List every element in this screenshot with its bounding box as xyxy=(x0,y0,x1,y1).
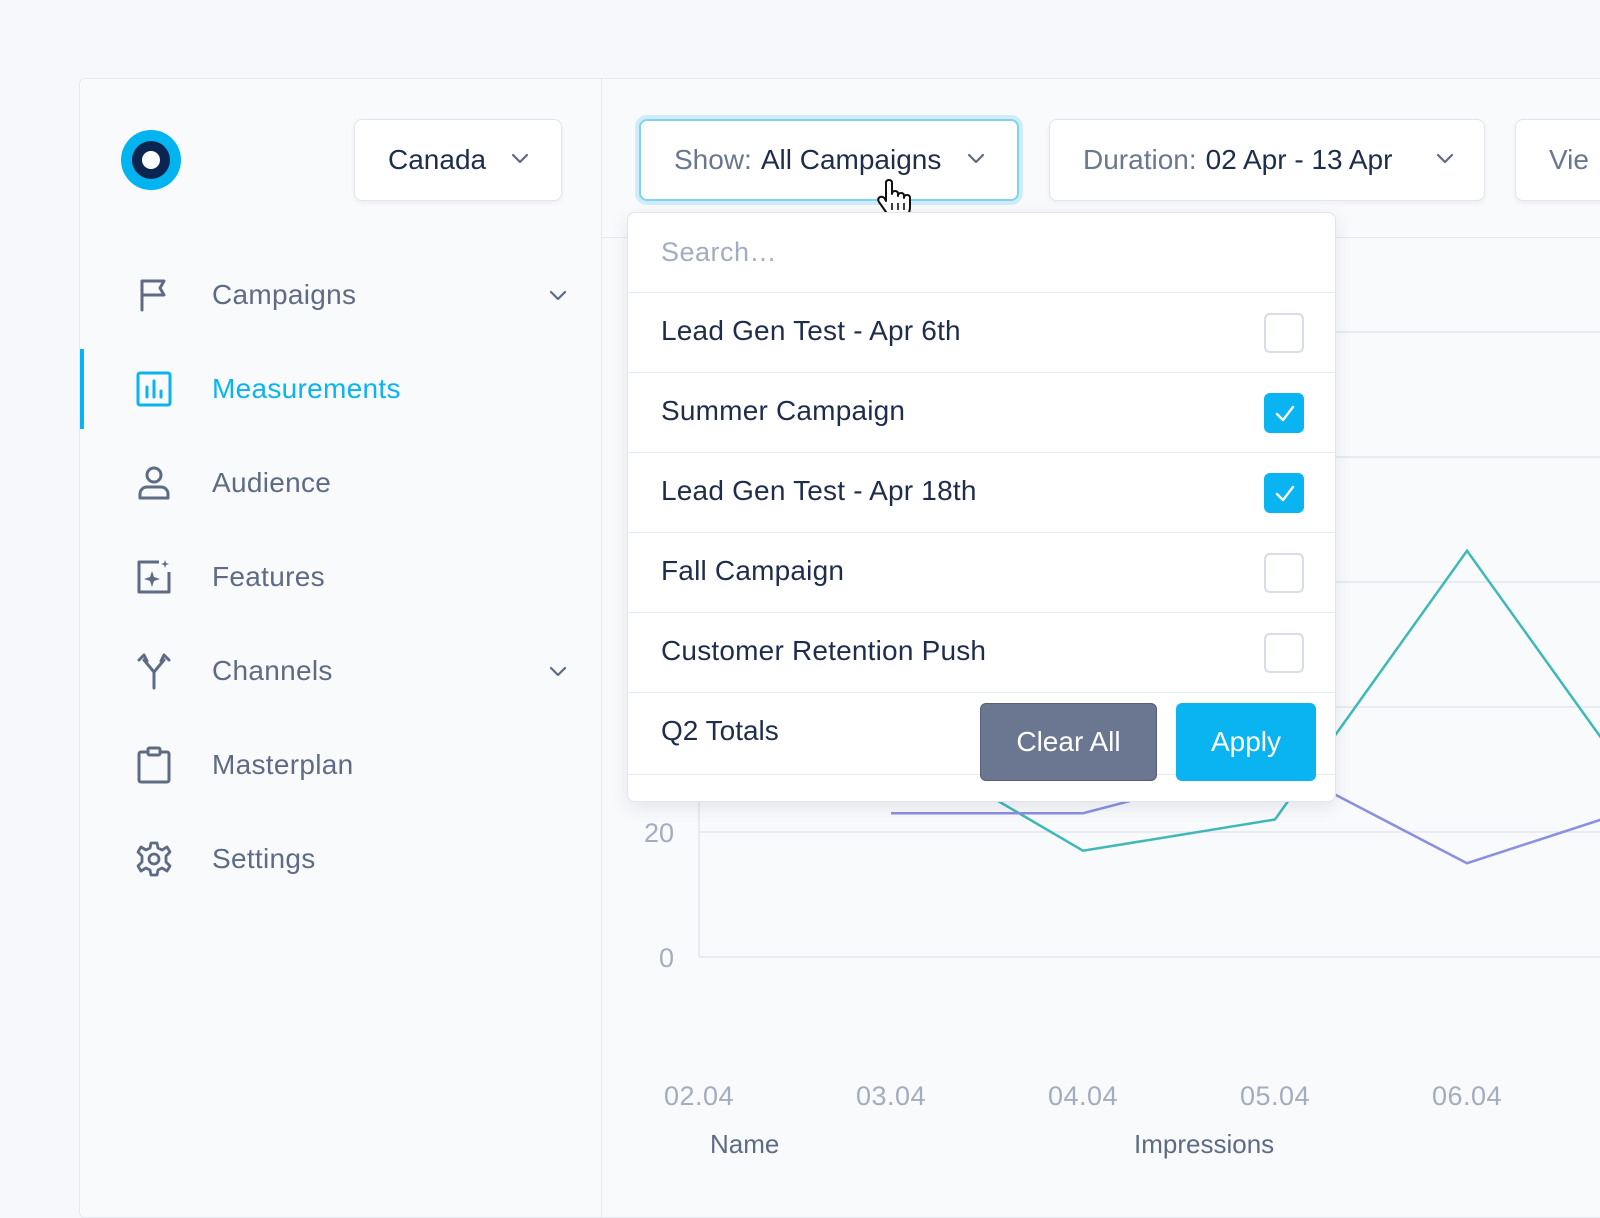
chevron-down-icon xyxy=(511,153,529,164)
dropdown-footer: Q2 Totals Clear All Apply xyxy=(628,693,1335,781)
logo[interactable] xyxy=(121,130,181,190)
option-label: Lead Gen Test - Apr 6th xyxy=(661,315,961,346)
sparkle-icon xyxy=(135,558,173,596)
sidebar-item-label: Settings xyxy=(212,843,316,874)
sidebar-item-masterplan[interactable]: Masterplan xyxy=(80,725,602,805)
country-label: Canada xyxy=(388,144,487,175)
duration-value: 02 Apr - 13 Apr xyxy=(1205,144,1393,175)
duration-key: Duration: xyxy=(1083,144,1197,175)
view-dropdown[interactable]: Vie xyxy=(1515,119,1600,201)
sidebar-item-label: Audience xyxy=(212,467,332,498)
clipboard-icon xyxy=(135,746,173,784)
checkmark-icon xyxy=(1275,405,1295,422)
x-tick-label: 03.04 xyxy=(856,1081,926,1111)
sidebar-item-campaigns[interactable]: Campaigns xyxy=(80,255,602,335)
q2-totals-label[interactable]: Q2 Totals xyxy=(661,715,779,747)
y-tick-label: 20 xyxy=(644,818,674,848)
view-label: Vie xyxy=(1549,144,1589,175)
checkbox-checked[interactable] xyxy=(1264,473,1304,513)
gear-icon xyxy=(135,840,173,878)
chevron-down-icon xyxy=(1436,153,1454,164)
chevron-down-icon xyxy=(967,153,985,164)
y-tick-label: 0 xyxy=(659,943,674,973)
chevron-down-icon[interactable] xyxy=(547,285,569,307)
x-tick-label: 06.04 xyxy=(1432,1081,1502,1111)
sidebar-item-label: Campaigns xyxy=(212,279,357,310)
option-label: Customer Retention Push xyxy=(661,635,987,666)
sidebar-item-label: Measurements xyxy=(212,373,401,404)
option-label: Lead Gen Test - Apr 18th xyxy=(661,475,977,506)
bar-chart-icon xyxy=(135,370,173,408)
x-tick-label: 04.04 xyxy=(1048,1081,1118,1111)
option-summer-campaign[interactable]: Summer Campaign xyxy=(628,373,1335,453)
apply-button[interactable]: Apply xyxy=(1176,703,1316,781)
show-key: Show: xyxy=(674,144,752,175)
sidebar-item-label: Channels xyxy=(212,655,333,686)
option-customer-retention-push[interactable]: Customer Retention Push xyxy=(628,613,1335,693)
x-tick-label: 02.04 xyxy=(664,1081,734,1111)
checkbox[interactable] xyxy=(1264,633,1304,673)
option-label: Summer Campaign xyxy=(661,395,906,426)
option-lead-gen-apr-6[interactable]: Lead Gen Test - Apr 6th xyxy=(628,293,1335,373)
sidebar-item-label: Features xyxy=(212,561,325,592)
chevron-down-icon[interactable] xyxy=(547,661,569,683)
checkbox[interactable] xyxy=(1264,313,1304,353)
campaigns-dropdown-menu: Lead Gen Test - Apr 6th Summer Campaign … xyxy=(627,212,1336,802)
sidebar-item-label: Masterplan xyxy=(212,749,354,780)
checkbox-checked[interactable] xyxy=(1264,393,1304,433)
column-header-name[interactable]: Name xyxy=(710,1129,779,1160)
sidebar-item-features[interactable]: Features xyxy=(80,537,602,617)
search-input[interactable] xyxy=(628,213,1335,293)
split-arrows-icon xyxy=(135,652,173,690)
country-select[interactable]: Canada xyxy=(354,119,562,201)
clear-all-button[interactable]: Clear All xyxy=(980,703,1157,781)
show-campaigns-dropdown[interactable]: Show: All Campaigns xyxy=(639,119,1019,201)
user-icon xyxy=(135,464,173,502)
option-label: Fall Campaign xyxy=(661,555,845,586)
sidebar-item-settings[interactable]: Settings xyxy=(80,819,602,899)
sidebar: Canada Campaigns Measurements Audience F… xyxy=(80,79,602,1217)
sidebar-item-measurements[interactable]: Measurements xyxy=(80,349,602,429)
checkmark-icon xyxy=(1275,485,1295,502)
option-fall-campaign[interactable]: Fall Campaign xyxy=(628,533,1335,613)
column-header-impressions[interactable]: Impressions xyxy=(1134,1129,1274,1160)
show-value: All Campaigns xyxy=(760,144,942,175)
checkbox[interactable] xyxy=(1264,553,1304,593)
flag-icon xyxy=(135,276,173,314)
sidebar-item-channels[interactable]: Channels xyxy=(80,631,602,711)
option-lead-gen-apr-18[interactable]: Lead Gen Test - Apr 18th xyxy=(628,453,1335,533)
x-tick-label: 05.04 xyxy=(1240,1081,1310,1111)
sidebar-item-audience[interactable]: Audience xyxy=(80,443,602,523)
duration-dropdown[interactable]: Duration: 02 Apr - 13 Apr xyxy=(1049,119,1485,201)
